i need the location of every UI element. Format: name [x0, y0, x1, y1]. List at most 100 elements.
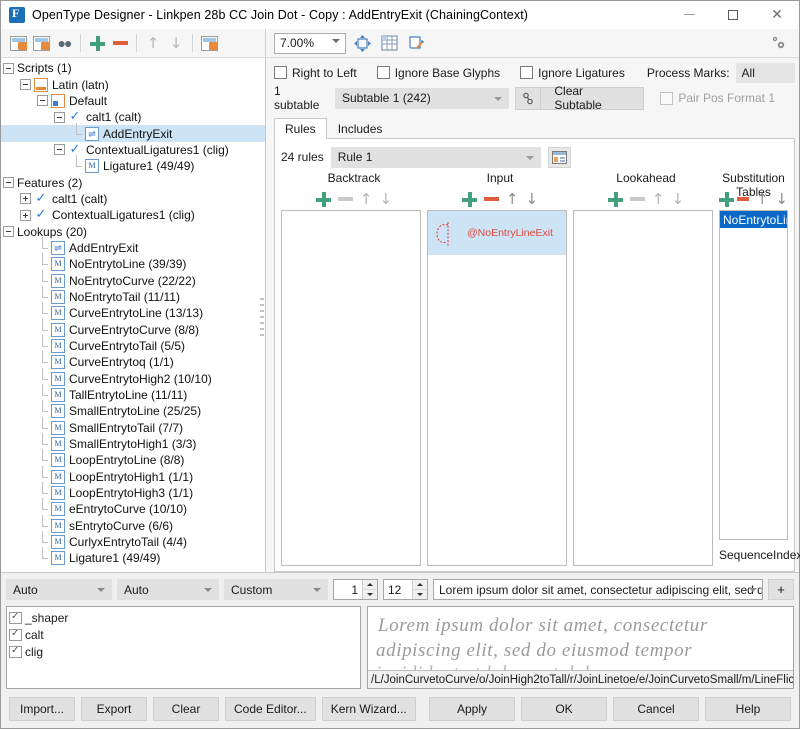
expander-collapse-icon[interactable]: [3, 177, 14, 189]
feature-checkbox[interactable]: [9, 628, 22, 641]
remove-button[interactable]: [109, 32, 131, 54]
tree-node[interactable]: ✓ ContextualLigatures1 (clig): [1, 142, 265, 158]
expander-collapse-icon[interactable]: [3, 226, 14, 238]
input-remove-icon[interactable]: [483, 197, 499, 201]
right-to-left-checkbox[interactable]: [274, 66, 287, 79]
tree-node[interactable]: M TallEntrytoLine (11/11): [1, 384, 265, 403]
lookahead-add-icon[interactable]: [607, 191, 623, 207]
move-up-button[interactable]: ↑: [142, 32, 164, 54]
input-add-icon[interactable]: [461, 191, 477, 207]
minimize-button[interactable]: [667, 1, 711, 29]
tree-node[interactable]: ⇌ AddEntryExit: [1, 122, 265, 142]
ignore-base-glyphs-checkbox[interactable]: [376, 66, 390, 79]
maximize-button[interactable]: [711, 1, 755, 29]
language-select[interactable]: Auto: [117, 579, 219, 600]
tree-node[interactable]: M Ligature1 (49/49): [1, 547, 265, 566]
export-button[interactable]: Export: [81, 696, 147, 721]
help-button[interactable]: Help: [705, 696, 791, 721]
tree-node[interactable]: M CurveEntrytoHigh2 (10/10): [1, 367, 265, 387]
expander-collapse-icon[interactable]: [37, 95, 48, 107]
close-button[interactable]: ✕: [755, 1, 799, 29]
expander-expand-icon[interactable]: [20, 193, 31, 205]
find-lookup-button[interactable]: [30, 32, 52, 54]
tree-node[interactable]: M CurveEntrytoTail (5/5): [1, 335, 265, 354]
ok-button[interactable]: OK: [521, 696, 607, 721]
text-preview[interactable]: Lorem ipsum dolor sit amet, consectetur …: [367, 606, 794, 689]
feature-checkbox[interactable]: [9, 645, 22, 658]
list-item[interactable]: @NoEntryLineExit: [428, 211, 566, 255]
expander-collapse-icon[interactable]: [20, 79, 31, 91]
expander-collapse-icon[interactable]: [54, 111, 65, 123]
binoculars-button[interactable]: ●●: [53, 32, 75, 54]
lookup-tree[interactable]: Scripts (1) Latin (latn) Default ✓ calt1 (ca…: [1, 58, 266, 572]
lookahead-list[interactable]: [573, 210, 713, 566]
tree-node[interactable]: Features (2): [1, 174, 265, 190]
instance-stepper-buttons[interactable]: [362, 580, 377, 599]
tree-node[interactable]: M SmallEntrytoLine (25/25): [1, 400, 265, 419]
tree-node[interactable]: M SmallEntrytoTail (7/7): [1, 416, 265, 436]
font-size-stepper-buttons[interactable]: [412, 580, 427, 599]
tree-node[interactable]: M CurveEntrytoq (1/1): [1, 351, 265, 370]
tree-node[interactable]: M NoEntrytoLine (39/39): [1, 253, 265, 272]
settings-button[interactable]: [768, 32, 790, 54]
tab-rules[interactable]: Rules: [274, 118, 327, 139]
feature-row[interactable]: clig: [9, 643, 360, 660]
rule-combo[interactable]: Rule 1: [330, 146, 541, 168]
edit-glyph-button[interactable]: [405, 32, 427, 54]
tab-includes[interactable]: Includes: [327, 118, 394, 139]
expander-collapse-icon[interactable]: [54, 144, 65, 156]
fit-view-button[interactable]: [351, 32, 373, 54]
add-sample-text-button[interactable]: +: [768, 579, 794, 600]
tree-node[interactable]: Default: [1, 93, 265, 109]
vertical-splitter-grip[interactable]: [259, 298, 265, 344]
cancel-button[interactable]: Cancel: [613, 696, 699, 721]
subtable-combo[interactable]: Subtable 1 (242): [334, 87, 510, 109]
substitution-move-up-icon[interactable]: ↑: [756, 191, 769, 207]
rule-table-button[interactable]: [547, 146, 571, 168]
move-down-button[interactable]: ↓: [165, 32, 187, 54]
tree-node[interactable]: M Ligature1 (49/49): [1, 155, 265, 174]
tree-node[interactable]: MeEntrytoCurve (10/10): [1, 498, 265, 517]
backtrack-list[interactable]: [281, 210, 421, 566]
expander-expand-icon[interactable]: [20, 209, 31, 221]
tree-node[interactable]: ✓ calt1 (calt): [1, 191, 265, 207]
tree-node[interactable]: M NoEntrytoTail (11/11): [1, 285, 265, 305]
clear-subtable-button[interactable]: Clear Subtable: [540, 84, 645, 112]
feature-row[interactable]: calt: [9, 626, 360, 643]
feature-row[interactable]: _shaper: [9, 609, 360, 626]
input-list[interactable]: @NoEntryLineExit: [427, 210, 567, 566]
subtable-link-button[interactable]: [515, 86, 541, 110]
tree-node[interactable]: ✓ calt1 (calt): [1, 109, 265, 125]
sample-text-input[interactable]: Lorem ipsum dolor sit amet, consectetur …: [433, 579, 763, 600]
copy-lookup-button[interactable]: [198, 32, 220, 54]
tree-node[interactable]: M LoopEntrytoLine (8/8): [1, 449, 265, 468]
tree-node[interactable]: M LoopEntrytoHigh3 (1/1): [1, 482, 265, 501]
tree-node[interactable]: M CurveEntrytoLine (13/13): [1, 302, 265, 321]
code-editor-button[interactable]: Code Editor...: [225, 696, 316, 721]
tree-node[interactable]: MsEntrytoCurve (6/6): [1, 514, 265, 534]
substitution-move-down-icon[interactable]: ↓: [775, 191, 788, 207]
clear-button[interactable]: Clear: [153, 696, 219, 721]
script-select[interactable]: Auto: [6, 579, 112, 600]
instance-stepper[interactable]: 1: [333, 579, 378, 600]
feature-checklist[interactable]: _shapercalt clig: [6, 606, 361, 689]
expander-collapse-icon[interactable]: [3, 62, 14, 74]
tree-node[interactable]: ⇌ AddEntryExit: [1, 236, 265, 256]
feature-checkbox[interactable]: [9, 611, 22, 624]
direction-select[interactable]: Custom: [224, 579, 328, 600]
input-move-down-icon[interactable]: ↓: [526, 191, 539, 207]
add-button[interactable]: [86, 32, 108, 54]
ignore-ligatures-checkbox[interactable]: [520, 66, 534, 79]
backtrack-add-icon[interactable]: [315, 191, 331, 207]
tree-node[interactable]: M SmallEntrytoHigh1 (3/3): [1, 433, 265, 452]
new-lookup-button[interactable]: [7, 32, 29, 54]
tree-node[interactable]: M CurlyxEntrytoTail (4/4): [1, 531, 265, 550]
substitution-remove-icon[interactable]: [737, 197, 749, 201]
process-marks-combo[interactable]: All: [735, 62, 795, 83]
import-button[interactable]: Import...: [9, 696, 75, 721]
substitution-list[interactable]: NoEntrytoLine: [719, 210, 788, 540]
input-move-up-icon[interactable]: ↑: [506, 191, 519, 207]
zoom-level-combo[interactable]: 7.00%: [274, 32, 346, 54]
tree-node[interactable]: M CurveEntrytoCurve (8/8): [1, 318, 265, 338]
tree-node[interactable]: Scripts (1): [1, 60, 265, 76]
